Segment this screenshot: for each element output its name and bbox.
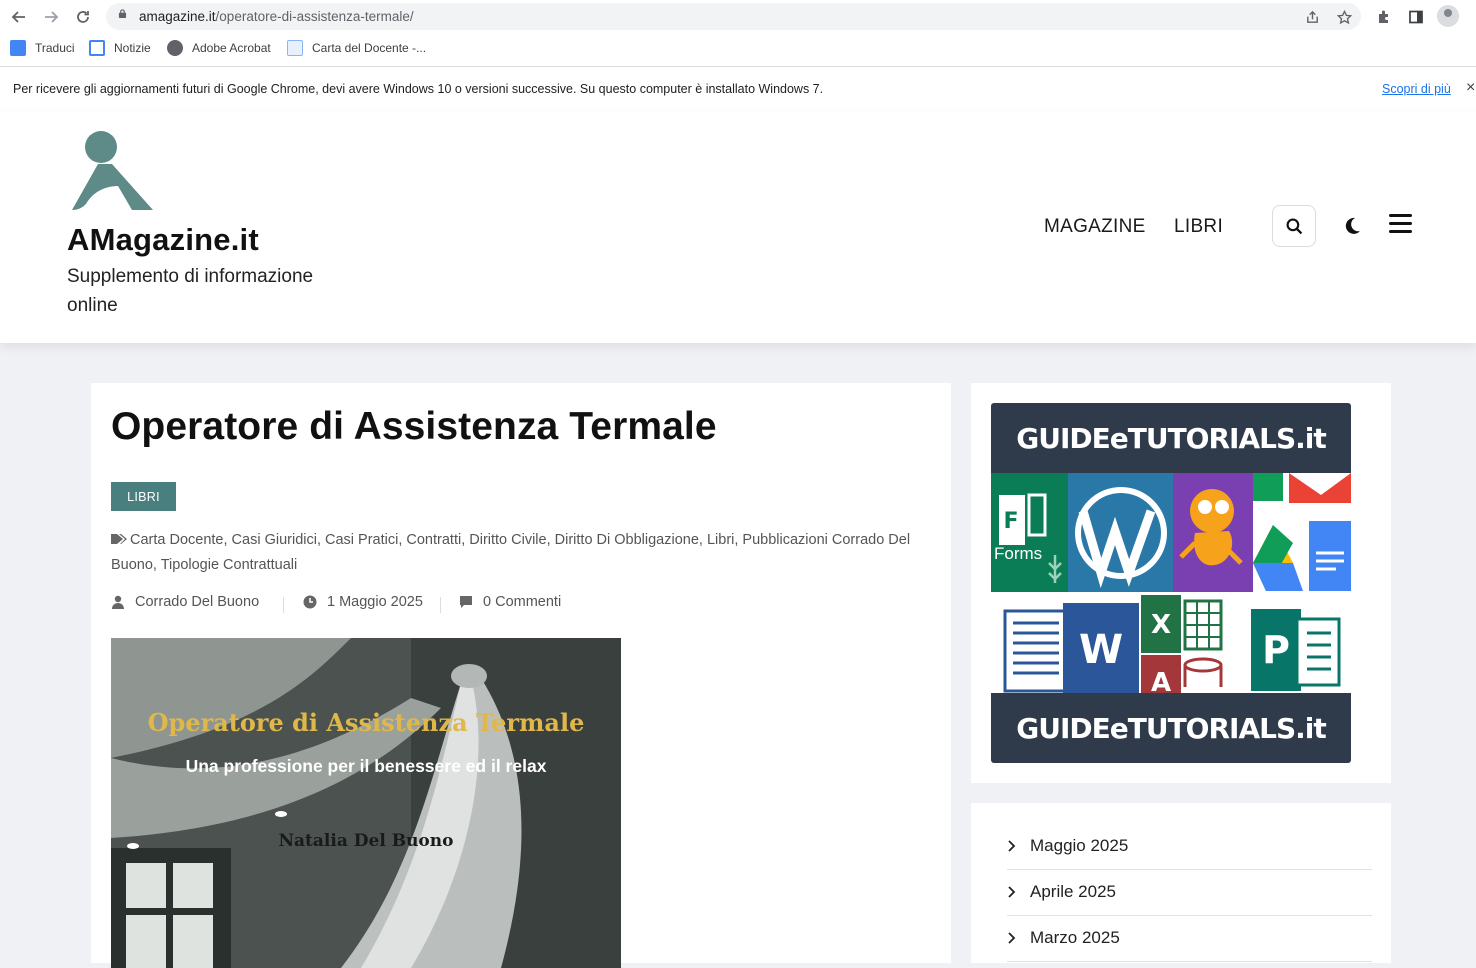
meta-divider xyxy=(440,597,441,613)
archive-label[interactable]: Aprile 2025 xyxy=(1030,882,1116,902)
ad-brand-bottom: GUIDEeTUTORIALS.it xyxy=(991,693,1351,763)
svg-text:P: P xyxy=(1262,628,1290,672)
tags-icon xyxy=(111,534,127,544)
category-badge[interactable]: LIBRI xyxy=(111,482,176,511)
archive-item[interactable]: Maggio 2025 xyxy=(1007,823,1372,870)
search-icon xyxy=(1286,218,1302,234)
address-bar[interactable]: amagazine.it/operatore-di-assistenza-ter… xyxy=(106,3,1361,30)
archive-label[interactable]: Marzo 2025 xyxy=(1030,928,1120,948)
bookmark-label: Carta del Docente -... xyxy=(312,41,427,55)
url-path: /operatore-di-assistenza-termale/ xyxy=(215,9,414,24)
browser-toolbar: amagazine.it/operatore-di-assistenza-ter… xyxy=(0,0,1476,34)
search-button[interactable] xyxy=(1272,205,1316,247)
nav-magazine[interactable]: MAGAZINE xyxy=(1044,216,1146,238)
google-news-icon xyxy=(89,40,105,56)
globe-icon xyxy=(167,40,183,56)
bookmark-star-button[interactable] xyxy=(1334,7,1354,27)
author-name[interactable]: Corrado Del Buono xyxy=(135,594,259,610)
site-header: AMagazine.it Supplemento di informazione… xyxy=(0,112,1476,343)
puzzle-icon xyxy=(1379,10,1388,23)
reload-button[interactable] xyxy=(71,5,95,29)
cover-title: Operatore di Assistenza Termale xyxy=(147,708,585,737)
tag-list[interactable]: Carta Docente, Casi Giuridici, Casi Prat… xyxy=(111,532,910,573)
infobar-message: Per ricevere gli aggiornamenti futuri di… xyxy=(13,82,824,96)
featured-image[interactable]: Operatore di Assistenza Termale Una prof… xyxy=(111,638,621,968)
archive-item[interactable]: Marzo 2025 xyxy=(1007,915,1372,962)
author-meta[interactable]: Corrado Del Buono xyxy=(111,594,259,610)
dark-mode-moon-icon[interactable] xyxy=(1342,216,1362,236)
google-translate-icon xyxy=(10,40,26,56)
url-host: amagazine.it xyxy=(139,9,216,24)
site-title[interactable]: AMagazine.it xyxy=(67,222,259,258)
back-button[interactable] xyxy=(7,5,31,29)
bookmarks-bar: Traduci Notizie Adobe Acrobat Carta del … xyxy=(0,36,1476,62)
profile-avatar-icon[interactable] xyxy=(1437,5,1459,27)
svg-text:W: W xyxy=(1079,627,1123,673)
sidebar-archives-widget: Maggio 2025 Aprile 2025 Marzo 2025 xyxy=(971,803,1391,963)
bookmark-traduci[interactable]: Traduci xyxy=(10,40,75,56)
user-icon xyxy=(112,595,124,609)
article-card: Operatore di Assistenza Termale LIBRI Ca… xyxy=(91,383,951,968)
chevron-right-icon xyxy=(1008,886,1016,898)
bookmark-label: Traduci xyxy=(35,41,75,55)
svg-text:X: X xyxy=(1151,610,1171,640)
learn-more-link[interactable]: Scopri di più xyxy=(1382,82,1451,96)
infobar-close-icon[interactable]: × xyxy=(1466,79,1475,97)
svg-text:F: F xyxy=(1003,509,1018,534)
lock-icon xyxy=(118,9,127,18)
site-tagline: Supplemento di informazione online xyxy=(67,266,314,316)
site-logo-icon[interactable] xyxy=(68,128,156,212)
side-panel-button[interactable] xyxy=(1405,6,1427,28)
page-icon xyxy=(287,40,303,56)
reload-icon xyxy=(77,11,89,23)
nav-libri[interactable]: LIBRI xyxy=(1174,216,1223,238)
office-apps-collage-icon: F Forms W X A P xyxy=(991,473,1351,693)
cover-subtitle: Una professione per il benessere ed il r… xyxy=(185,756,547,776)
arrow-left-icon xyxy=(11,11,25,23)
extensions-button[interactable] xyxy=(1373,6,1395,28)
cover-background xyxy=(111,638,621,968)
bookmark-carta-del-docente[interactable]: Carta del Docente -... xyxy=(287,40,426,56)
sidebar-ad-widget: GUIDEeTUTORIALS.it F Forms W X A P GUIDE… xyxy=(971,383,1391,783)
post-date: 1 Maggio 2025 xyxy=(327,594,423,610)
chevron-right-icon xyxy=(1008,840,1016,852)
svg-text:A: A xyxy=(1151,668,1171,693)
share-icon xyxy=(1306,10,1318,23)
url-text: amagazine.it/operatore-di-assistenza-ter… xyxy=(139,9,414,24)
star-icon xyxy=(1336,9,1352,24)
share-button[interactable] xyxy=(1302,7,1322,27)
bookmark-notizie[interactable]: Notizie xyxy=(89,40,151,56)
bookmark-label: Adobe Acrobat xyxy=(192,41,271,55)
hamburger-menu-icon[interactable] xyxy=(1389,214,1412,234)
arrow-right-icon xyxy=(45,11,59,23)
forward-button[interactable] xyxy=(39,5,63,29)
article-title: Operatore di Assistenza Termale xyxy=(111,405,717,448)
clock-icon xyxy=(303,595,317,609)
side-panel-icon xyxy=(1409,10,1423,24)
archive-label[interactable]: Maggio 2025 xyxy=(1030,836,1128,856)
comment-count[interactable]: 0 Commenti xyxy=(483,594,561,610)
update-infobar: Per ricevere gli aggiornamenti futuri di… xyxy=(0,66,1476,113)
chevron-right-icon xyxy=(1008,932,1016,944)
cover-author: Natalia Del Buono xyxy=(278,831,454,851)
svg-text:Forms: Forms xyxy=(994,544,1042,563)
archive-item[interactable]: Aprile 2025 xyxy=(1007,869,1372,916)
bookmark-label: Notizie xyxy=(114,41,151,55)
guide-e-tutorials-banner[interactable]: GUIDEeTUTORIALS.it F Forms W X A P GUIDE… xyxy=(991,403,1351,763)
meta-divider xyxy=(283,597,284,613)
ad-brand-top: GUIDEeTUTORIALS.it xyxy=(991,403,1351,473)
bookmark-adobe-acrobat[interactable]: Adobe Acrobat xyxy=(167,40,271,56)
article-tags: Carta Docente, Casi Giuridici, Casi Prat… xyxy=(111,528,931,578)
browser-chrome: amagazine.it/operatore-di-assistenza-ter… xyxy=(0,0,1476,113)
comments-meta[interactable]: 0 Commenti xyxy=(459,594,561,610)
date-meta: 1 Maggio 2025 xyxy=(303,594,423,610)
comment-icon xyxy=(460,596,472,608)
